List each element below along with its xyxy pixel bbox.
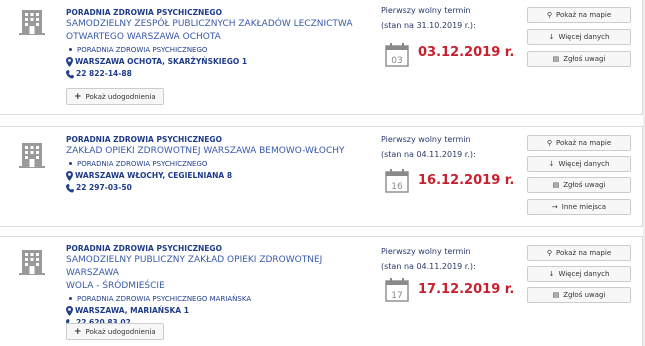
show-on-map-label: Pokaż na mapie	[556, 11, 612, 19]
facility-info: PORADNIA ZDROWIA PSYCHICZNEGO SAMODZIELN…	[66, 7, 366, 80]
building-icon	[19, 143, 45, 168]
more-data-label: Więcej danych	[558, 270, 610, 278]
facility-name-line[interactable]: SAMODZIELNY ZESPÓŁ PUBLICZNYCH ZAKŁADÓW …	[66, 18, 366, 31]
more-data-button[interactable]: ↓ Więcej danych	[527, 29, 631, 45]
map-marker-icon: ⚲	[546, 11, 552, 19]
show-amenities-label: Pokaż udogodnienia	[85, 92, 156, 101]
arrow-down-icon: ↓	[548, 270, 555, 278]
plus-icon: +	[74, 326, 82, 337]
facility-info: PORADNIA ZDROWIA PSYCHICZNEGO ZAKŁAD OPI…	[66, 134, 366, 194]
more-data-label: Więcej danych	[558, 33, 610, 41]
document-icon: ▤	[552, 181, 560, 189]
show-on-map-button[interactable]: ⚲ Pokaż na mapie	[527, 245, 631, 261]
first-free-date: 16.12.2019 r.	[418, 173, 515, 188]
facility-name-line[interactable]: OTWARTEGO WARSZAWA OCHOTA	[66, 31, 366, 44]
more-data-button[interactable]: ↓ Więcej danych	[527, 156, 631, 172]
first-free-term: Pierwszy wolny termin (stan na 31.10.201…	[381, 3, 526, 33]
arrow-down-icon: ↓	[548, 160, 555, 168]
arrow-down-icon: ↓	[548, 33, 555, 41]
calendar-icon: 03	[385, 43, 409, 67]
phone-icon	[66, 183, 74, 193]
report-feedback-label: Zgłoś uwagi	[563, 181, 606, 189]
facility-card: PORADNIA ZDROWIA PSYCHICZNEGO SAMODZIELN…	[0, 0, 643, 115]
phone-text: 22 297-03-50	[76, 183, 132, 192]
show-amenities-button[interactable]: + Pokaż udogodnienia	[66, 323, 164, 340]
facility-name[interactable]: SAMODZIELNY PUBLICZNY ZAKŁAD OPIEKI ZDRO…	[66, 254, 366, 293]
calendar-day: 17	[391, 291, 402, 301]
facility-card: PORADNIA ZDROWIA PSYCHICZNEGO SAMODZIELN…	[0, 236, 643, 346]
calendar-icon: 17	[385, 278, 409, 302]
facility-card: PORADNIA ZDROWIA PSYCHICZNEGO ZAKŁAD OPI…	[0, 126, 643, 227]
document-icon: ▤	[552, 291, 560, 299]
facility-type: PORADNIA ZDROWIA PSYCHICZNEGO	[66, 135, 222, 144]
document-icon: ▤	[552, 55, 560, 63]
facility-name-line[interactable]: ZAKŁAD OPIEKI ZDROWOTNEJ WARSZAWA BEMOWO…	[66, 145, 366, 158]
first-free-term: Pierwszy wolny termin (stan na 04.11.201…	[381, 244, 526, 274]
report-feedback-button[interactable]: ▤ Zgłoś uwagi	[527, 177, 631, 193]
facility-address: WARSZAWA WŁOCHY, CEGIELNIANA 8	[66, 170, 366, 182]
facility-unit: PORADNIA ZDROWIA PSYCHICZNEGO MARIAŃSKA	[66, 293, 366, 305]
calendar-day: 16	[391, 182, 403, 192]
term-state: (stan na 31.10.2019 r.):	[381, 21, 476, 30]
phone-icon	[66, 69, 74, 79]
map-pin-icon	[66, 306, 73, 316]
show-on-map-label: Pokaż na mapie	[556, 249, 612, 257]
facility-phone: 22 297-03-50	[66, 182, 366, 194]
address-text: WARSZAWA OCHOTA, SKARŻYŃSKIEGO 1	[75, 57, 248, 66]
facility-type: PORADNIA ZDROWIA PSYCHICZNEGO	[66, 244, 222, 253]
show-amenities-label: Pokaż udogodnienia	[85, 327, 156, 336]
facility-name[interactable]: SAMODZIELNY ZESPÓŁ PUBLICZNYCH ZAKŁADÓW …	[66, 18, 366, 44]
other-places-button[interactable]: → Inne miejsca	[527, 199, 631, 215]
facility-address: WARSZAWA, MARIAŃSKA 1	[66, 305, 366, 317]
term-label: Pierwszy wolny termin	[381, 135, 471, 144]
other-places-label: Inne miejsca	[561, 203, 607, 211]
term-state: (stan na 04.11.2019 r.):	[381, 150, 476, 159]
show-on-map-label: Pokaż na mapie	[556, 139, 612, 147]
building-icon	[19, 10, 45, 35]
first-free-date: 03.12.2019 r.	[418, 45, 515, 60]
address-text: WARSZAWA WŁOCHY, CEGIELNIANA 8	[75, 171, 233, 180]
more-data-button[interactable]: ↓ Więcej danych	[527, 266, 631, 282]
calendar-icon: 16	[385, 169, 409, 193]
address-text: WARSZAWA, MARIAŃSKA 1	[75, 306, 189, 315]
report-feedback-button[interactable]: ▤ Zgłoś uwagi	[527, 51, 631, 67]
facility-phone: 22 822-14-88	[66, 68, 366, 80]
facility-name-line[interactable]: SAMODZIELNY PUBLICZNY ZAKŁAD OPIEKI ZDRO…	[66, 254, 366, 280]
facility-type: PORADNIA ZDROWIA PSYCHICZNEGO	[66, 8, 222, 17]
building-icon	[19, 250, 45, 275]
arrow-right-icon: →	[551, 203, 558, 211]
more-data-label: Więcej danych	[558, 160, 610, 168]
show-amenities-button[interactable]: + Pokaż udogodnienia	[66, 88, 164, 105]
facility-name[interactable]: ZAKŁAD OPIEKI ZDROWOTNEJ WARSZAWA BEMOWO…	[66, 145, 366, 158]
report-feedback-label: Zgłoś uwagi	[563, 55, 606, 63]
facility-unit: PORADNIA ZDROWIA PSYCHICZNEGO	[66, 44, 366, 56]
term-label: Pierwszy wolny termin	[381, 247, 471, 256]
term-label: Pierwszy wolny termin	[381, 6, 471, 15]
map-pin-icon	[66, 171, 73, 181]
map-marker-icon: ⚲	[546, 139, 552, 147]
plus-icon: +	[74, 91, 82, 102]
facility-unit: PORADNIA ZDROWIA PSYCHICZNEGO	[66, 158, 366, 170]
term-state: (stan na 04.11.2019 r.):	[381, 262, 476, 271]
facility-address: WARSZAWA OCHOTA, SKARŻYŃSKIEGO 1	[66, 56, 366, 68]
show-on-map-button[interactable]: ⚲ Pokaż na mapie	[527, 135, 631, 151]
first-free-date: 17.12.2019 r.	[418, 282, 515, 297]
phone-text: 22 822-14-88	[76, 69, 132, 78]
report-feedback-label: Zgłoś uwagi	[563, 291, 606, 299]
calendar-day: 03	[391, 56, 402, 66]
map-marker-icon: ⚲	[546, 249, 552, 257]
map-pin-icon	[66, 57, 73, 67]
first-free-term: Pierwszy wolny termin (stan na 04.11.201…	[381, 132, 526, 162]
facility-info: PORADNIA ZDROWIA PSYCHICZNEGO SAMODZIELN…	[66, 243, 366, 329]
report-feedback-button[interactable]: ▤ Zgłoś uwagi	[527, 287, 631, 303]
facility-name-line[interactable]: WOLA - ŚRÓDMIEŚCIE	[66, 280, 366, 293]
show-on-map-button[interactable]: ⚲ Pokaż na mapie	[527, 7, 631, 23]
